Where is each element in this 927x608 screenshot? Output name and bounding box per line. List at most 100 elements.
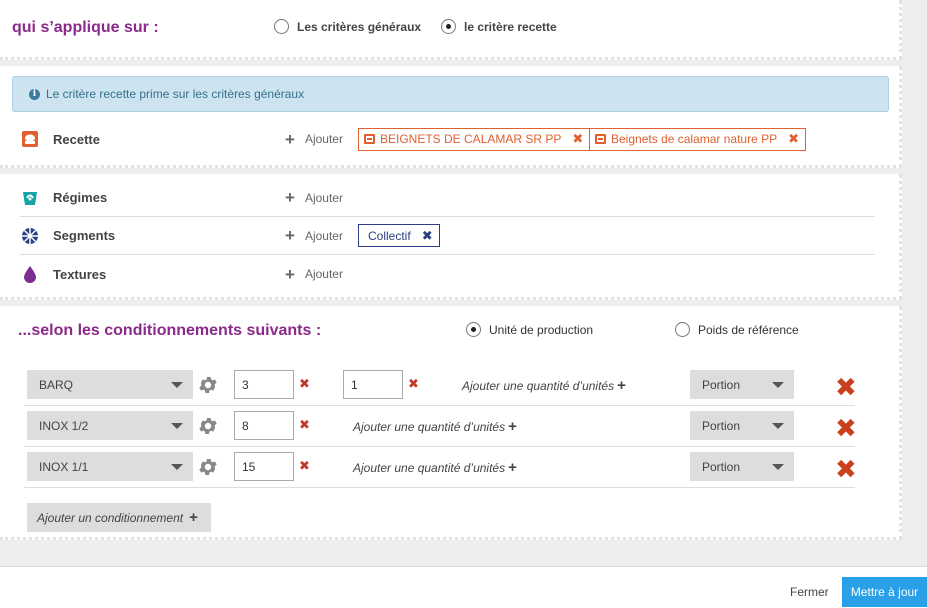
- chevron-down-icon: [171, 423, 183, 429]
- criteria-panel: Régimes + Ajouter Segments + Ajouter Col…: [0, 174, 902, 300]
- add-label: Ajouter: [304, 190, 343, 205]
- tag-label: BEIGNETS DE CALAMAR SR PP: [380, 132, 562, 146]
- chevron-down-icon: [772, 382, 784, 388]
- tag-segment-collectif: Collectif ✖: [358, 224, 440, 247]
- recipe-tag-icon: [364, 134, 375, 144]
- radio-label: Poids de référence: [698, 322, 799, 337]
- gear-icon[interactable]: [197, 374, 219, 396]
- criterion-row-segments: Segments + Ajouter Collectif ✖: [20, 217, 875, 255]
- plus-icon: +: [508, 459, 517, 476]
- criterion-label: Textures: [53, 266, 107, 282]
- criterion-label: Régimes: [53, 190, 108, 205]
- segments-icon: [20, 226, 40, 246]
- select-value: BARQ: [39, 377, 74, 392]
- modal-footer: Fermer Mettre à jour: [0, 566, 927, 608]
- criterion-row-textures: Textures + Ajouter: [20, 255, 875, 293]
- remove-tag-icon[interactable]: ✖: [422, 228, 433, 244]
- add-segments-button[interactable]: + Ajouter: [285, 227, 343, 244]
- add-recette-button[interactable]: + Ajouter: [285, 131, 343, 148]
- add-label: Ajouter: [304, 228, 343, 243]
- quantity-input-2[interactable]: 1: [343, 370, 403, 399]
- radio-label: Les critères généraux: [297, 19, 422, 34]
- tag-recipe-1: BEIGNETS DE CALAMAR SR PP ✖: [358, 127, 591, 151]
- info-icon: i: [29, 88, 40, 100]
- clear-quantity-icon[interactable]: ✖: [299, 376, 310, 392]
- unit-select[interactable]: Portion: [690, 452, 794, 481]
- select-value: Portion: [702, 377, 741, 392]
- info-message: Le critère recette prime sur les critère…: [46, 87, 305, 101]
- conditioning-title: ...selon les conditionnements suivants :: [18, 322, 322, 339]
- conditioning-row: INOX 1/1 15 ✖ Ajouter une quantité d’uni…: [24, 447, 857, 488]
- applies-title: qui s’applique sur :: [12, 19, 159, 36]
- plus-icon: +: [508, 418, 517, 435]
- chevron-down-icon: [171, 382, 183, 388]
- add-quantity-label: Ajouter une quantité d’unités: [353, 419, 506, 434]
- add-textures-button[interactable]: + Ajouter: [285, 266, 343, 283]
- select-value: Portion: [702, 459, 741, 474]
- delete-row-icon[interactable]: ✖: [835, 415, 857, 441]
- add-quantity-label: Ajouter une quantité d’unités: [353, 460, 506, 475]
- applies-panel: qui s’applique sur : Les critères généra…: [0, 0, 902, 60]
- chevron-down-icon: [772, 423, 784, 429]
- container-select[interactable]: BARQ: [27, 370, 193, 399]
- radio-general-criteria[interactable]: Les critères généraux: [274, 19, 421, 34]
- recipe-panel: i Le critère recette prime sur les critè…: [0, 66, 902, 168]
- add-quantity-link[interactable]: Ajouter une quantité d’unités +: [462, 378, 626, 393]
- info-alert: i Le critère recette prime sur les critè…: [12, 76, 889, 112]
- add-label: Ajouter: [304, 132, 343, 146]
- plus-icon: +: [285, 188, 295, 207]
- radio-poids-reference[interactable]: Poids de référence: [675, 322, 799, 337]
- chevron-down-icon: [171, 464, 183, 470]
- quantity-input[interactable]: 8: [234, 411, 294, 440]
- add-quantity-link[interactable]: Ajouter une quantité d’unités +: [353, 419, 517, 434]
- gear-icon[interactable]: [197, 415, 219, 437]
- unit-select[interactable]: Portion: [690, 370, 794, 399]
- criterion-label: Recette: [53, 131, 100, 147]
- criterion-label: Segments: [53, 228, 116, 243]
- quantity-input[interactable]: 3: [234, 370, 294, 399]
- plus-icon: +: [285, 226, 295, 245]
- clear-quantity-icon[interactable]: ✖: [299, 417, 310, 433]
- clear-quantity-icon[interactable]: ✖: [299, 458, 310, 474]
- plus-icon: +: [189, 509, 198, 526]
- radio-button-checked[interactable]: [466, 322, 481, 337]
- add-regimes-button[interactable]: + Ajouter: [285, 189, 343, 206]
- gear-icon[interactable]: [197, 456, 219, 478]
- unit-select[interactable]: Portion: [690, 411, 794, 440]
- radio-label: Unité de production: [489, 322, 594, 337]
- close-button[interactable]: Fermer: [790, 585, 829, 599]
- container-select[interactable]: INOX 1/2: [27, 411, 193, 440]
- conditioning-row: BARQ 3 ✖ 1 ✖ Ajouter une quantité d’unit…: [24, 365, 857, 406]
- radio-button[interactable]: [274, 19, 289, 34]
- criterion-row-regimes: Régimes + Ajouter: [20, 179, 875, 217]
- add-quantity-link[interactable]: Ajouter une quantité d’unités +: [353, 460, 517, 475]
- scale-icon: [20, 188, 40, 208]
- container-select[interactable]: INOX 1/1: [27, 452, 193, 481]
- clear-quantity-icon[interactable]: ✖: [408, 376, 419, 392]
- plus-icon: +: [285, 129, 295, 149]
- select-value: Portion: [702, 418, 741, 433]
- conditioning-row: INOX 1/2 8 ✖ Ajouter une quantité d’unit…: [24, 406, 857, 447]
- radio-label: le critère recette: [464, 19, 557, 34]
- remove-tag-icon[interactable]: ✖: [572, 131, 583, 147]
- radio-unite-production[interactable]: Unité de production: [466, 322, 593, 337]
- radio-button[interactable]: [675, 322, 690, 337]
- radio-recipe-criterion[interactable]: le critère recette: [441, 19, 557, 34]
- tag-label: Collectif: [368, 228, 411, 243]
- chevron-down-icon: [772, 464, 784, 470]
- tag-recipe-2: Beignets de calamar nature PP ✖: [589, 127, 807, 151]
- quantity-input[interactable]: 15: [234, 452, 294, 481]
- radio-button-checked[interactable]: [441, 19, 456, 34]
- add-conditioning-label: Ajouter un conditionnement: [37, 510, 184, 525]
- criterion-row-recette: Recette + Ajouter BEIGNETS DE CALAMAR SR…: [20, 120, 875, 158]
- add-label: Ajouter: [304, 267, 343, 281]
- add-conditioning-button[interactable]: Ajouter un conditionnement +: [27, 503, 211, 532]
- delete-row-icon[interactable]: ✖: [835, 456, 857, 482]
- drop-icon: [20, 264, 40, 284]
- recipe-tag-icon: [595, 134, 606, 144]
- recipe-icon: [20, 129, 40, 149]
- plus-icon: +: [285, 264, 295, 284]
- delete-row-icon[interactable]: ✖: [835, 374, 857, 400]
- update-button[interactable]: Mettre à jour: [842, 577, 927, 607]
- remove-tag-icon[interactable]: ✖: [788, 131, 799, 147]
